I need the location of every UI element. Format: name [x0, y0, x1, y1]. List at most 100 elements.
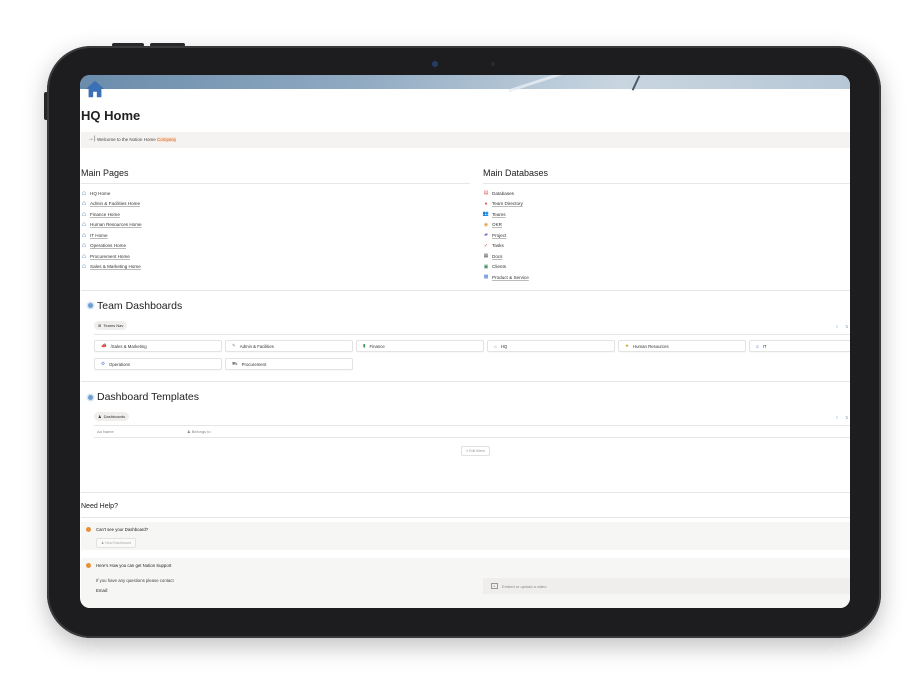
camera: [432, 61, 438, 67]
main-page-label: HQ Home: [90, 190, 111, 196]
database-label: Docs: [492, 253, 503, 259]
page-title: HQ Home: [81, 108, 141, 123]
database-item[interactable]: ◉ OKR: [483, 220, 529, 231]
main-databases-list: ▤ Databases ● Team Directory 👥 Teams ◉ OKR ▰ Proj…: [483, 188, 529, 283]
dashboard-templates-heading: Dashboard Templates: [97, 391, 199, 403]
folder-icon: ▰: [484, 232, 488, 239]
main-page-item[interactable]: ⌂ Operations Home: [81, 241, 142, 252]
group-icon: 👥: [482, 211, 490, 218]
team-dashboard-card[interactable]: ⛟ Procurement: [225, 358, 353, 370]
main-page-label: Procurement Home: [90, 253, 130, 259]
database-label: Teams: [492, 211, 506, 217]
team-card-label: /Sales & Marketing: [110, 343, 147, 349]
divider: [94, 334, 850, 335]
team-card-label: Procurement: [241, 361, 267, 367]
divider: [94, 437, 850, 438]
main-page-label: Finance Home: [90, 211, 120, 217]
main-page-item[interactable]: ⌂ Finance Home: [81, 209, 142, 220]
database-item[interactable]: ▰ Project: [483, 230, 529, 241]
support-heading: Here's How you can get Notion Support: [96, 563, 172, 568]
cart-icon: ⛟: [232, 360, 238, 366]
main-pages-heading: Main Pages: [81, 168, 129, 178]
megaphone-icon: 📣: [101, 343, 107, 348]
main-page-item[interactable]: ⌂ Sales & Marketing Home: [81, 262, 142, 273]
box-icon: ▩: [483, 274, 489, 281]
video-icon: ▸: [491, 583, 498, 589]
main-page-item[interactable]: ⌂ Admin & Facilities Home: [81, 199, 142, 210]
client-icon: ▣: [483, 263, 489, 270]
divider: [94, 425, 850, 426]
video-embed[interactable]: ▸ Embed or upload a video: [483, 578, 850, 594]
server-icon: ≡: [756, 343, 759, 349]
database-icon: ▤: [483, 190, 489, 197]
main-page-item[interactable]: ⌂ IT Home: [81, 230, 142, 241]
main-page-item[interactable]: ⌂ HQ Home: [81, 188, 142, 199]
person-icon: ♟: [187, 429, 191, 434]
team-dashboard-card[interactable]: ▮ Finance: [356, 340, 484, 352]
team-card-label: IT: [762, 343, 767, 349]
divider: [81, 183, 470, 184]
team-card-label: Human Resources: [633, 343, 669, 349]
page-cover[interactable]: [80, 75, 850, 121]
database-label: Project: [492, 232, 507, 238]
team-dashboard-card[interactable]: ⚙ Operations: [94, 358, 222, 370]
arrow-right-icon: →|: [88, 136, 96, 142]
callout-text-main: Welcome to the Notion Home: [97, 137, 157, 142]
people-icon: ●: [484, 200, 488, 207]
notion-page: HQ Home →| Welcome to the Notion Home Co…: [80, 75, 850, 608]
house-icon: ⌂: [81, 189, 87, 197]
dashboards-label: Dashboards: [103, 414, 126, 419]
database-item[interactable]: 👥 Teams: [483, 209, 529, 220]
cover-wing: [508, 75, 652, 121]
sort-icon[interactable]: ⇅: [845, 324, 848, 329]
database-label: Clients: [492, 264, 507, 270]
divider: [81, 517, 850, 518]
sort-icon[interactable]: ⇅: [845, 415, 848, 420]
new-dashboard-button[interactable]: ♟ New Dashboard: [96, 538, 137, 548]
house-icon[interactable]: [84, 78, 106, 100]
team-dashboard-card[interactable]: ≡ IT: [749, 340, 850, 352]
main-page-item[interactable]: ⌂ Human Resources Home: [81, 220, 142, 231]
database-item[interactable]: ▤ Databases: [483, 188, 529, 199]
database-label: OKR: [492, 222, 502, 228]
edit-filters-button[interactable]: ≡ Edit filters: [461, 446, 490, 456]
filter-icon[interactable]: ≡: [836, 415, 838, 420]
database-item[interactable]: ● Team Directory: [483, 199, 529, 210]
house-icon: ⌂: [81, 242, 87, 250]
new-dashboard-label: New Dashboard: [105, 541, 132, 545]
main-page-label: Admin & Facilities Home: [90, 201, 141, 207]
database-item[interactable]: ✓ Tasks: [483, 241, 529, 252]
star-icon: ★: [625, 343, 630, 348]
teams-nav-tab[interactable]: ⊞ Teams Nav: [94, 321, 128, 330]
divider: [81, 492, 850, 493]
target-icon: ◉: [483, 221, 489, 228]
info-icon: [88, 303, 93, 308]
belongs-column-header[interactable]: ♟ Belongs to: [187, 429, 211, 434]
team-card-label: Admin & Facilities: [239, 343, 274, 349]
main-page-label: Sales & Marketing Home: [90, 264, 141, 270]
main-page-item[interactable]: ⌂ Procurement Home: [81, 251, 142, 262]
dashboards-tab[interactable]: ♟ Dashboards: [94, 412, 130, 421]
sensor: [491, 62, 495, 66]
team-dashboard-card[interactable]: ⌂ HQ: [487, 340, 615, 352]
belongs-column-label: Belongs to: [191, 429, 211, 434]
house-icon: ⌂: [81, 210, 87, 218]
info-icon: [88, 395, 93, 400]
need-help-heading: Need Help?: [81, 503, 118, 510]
database-item[interactable]: ▣ Clients: [483, 262, 529, 273]
team-dashboard-card[interactable]: ★ Human Resources: [618, 340, 746, 352]
team-dashboard-card[interactable]: 📣/Sales & Marketing: [94, 340, 222, 352]
database-item[interactable]: ▦ Docs: [483, 251, 529, 262]
divider: [483, 183, 850, 184]
name-column-header[interactable]: Aa Name: [97, 429, 114, 434]
tools-icon: ✎: [232, 343, 236, 348]
edit-filters-label: Edit filters: [469, 449, 485, 453]
divider: [81, 290, 850, 291]
team-card-label: Operations: [109, 361, 131, 367]
team-dashboard-card[interactable]: ✎ Admin & Facilities: [225, 340, 353, 352]
filter-icon[interactable]: ≡: [836, 324, 838, 329]
main-databases-heading: Main Databases: [483, 168, 549, 178]
database-item[interactable]: ▩ Product & Service: [483, 272, 529, 283]
warning-icon: [86, 527, 91, 532]
warning-icon: [86, 563, 91, 568]
